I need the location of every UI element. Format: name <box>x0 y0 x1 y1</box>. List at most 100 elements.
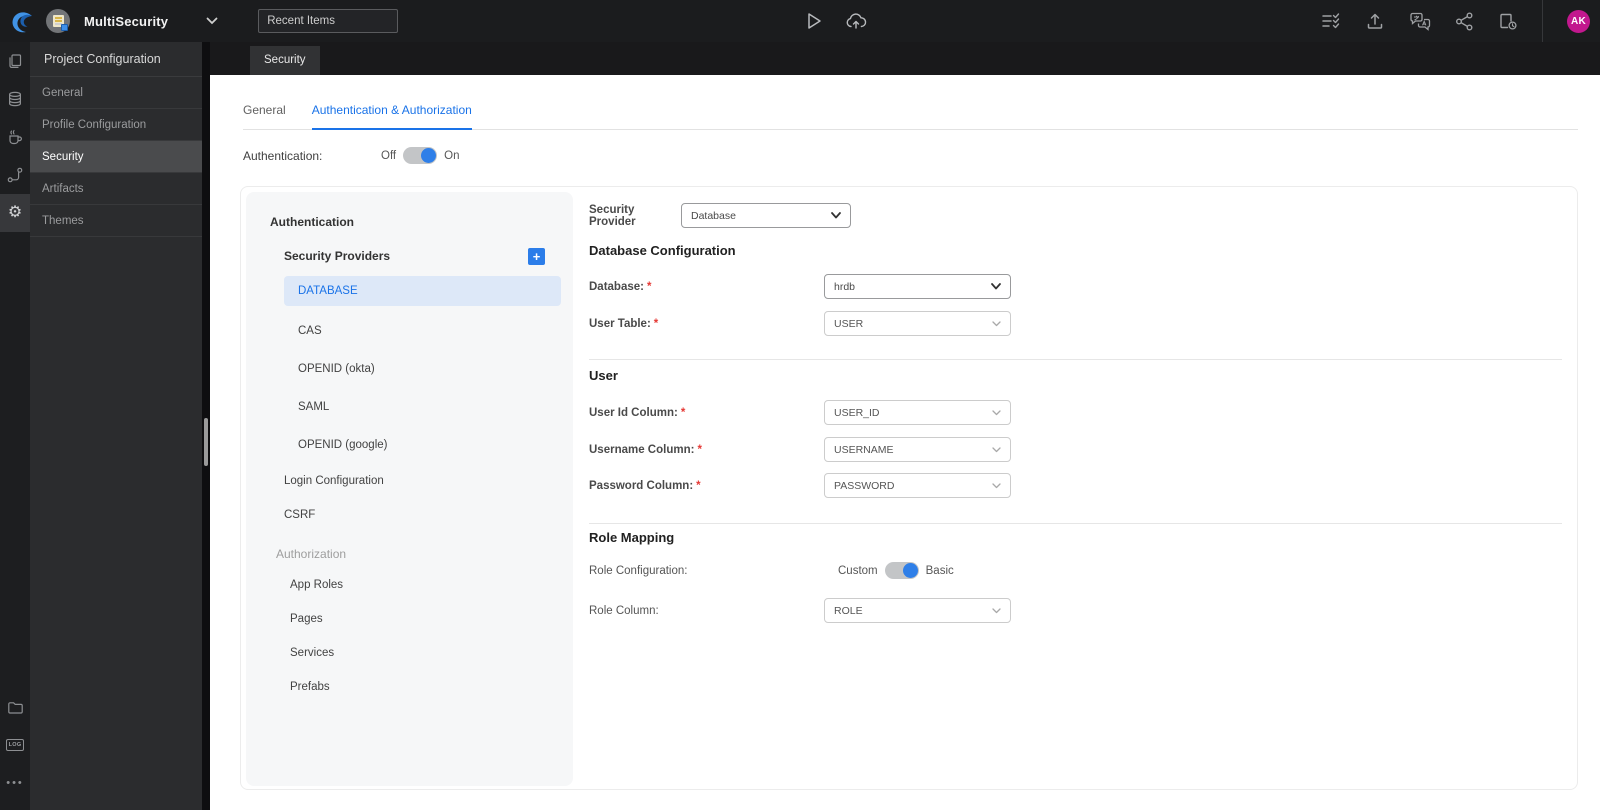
project-configuration-sidebar: Project Configuration General Profile Co… <box>30 42 202 810</box>
export-icon[interactable] <box>1365 12 1385 30</box>
security-provider-select[interactable]: Database <box>681 203 851 228</box>
role-configuration-label: Role Configuration: <box>589 564 688 577</box>
chevron-down-icon <box>992 320 1001 326</box>
authentication-switch[interactable] <box>403 147 438 164</box>
prefabs-item[interactable]: Prefabs <box>246 670 573 704</box>
role-custom-label: Custom <box>838 564 878 577</box>
role-configuration-switch[interactable] <box>884 562 919 579</box>
project-icon[interactable] <box>46 9 70 33</box>
chevron-down-icon <box>831 212 841 219</box>
database-configuration-heading: Database Configuration <box>589 243 736 258</box>
project-chevron-down-icon[interactable] <box>206 17 218 25</box>
settings-gear-icon[interactable]: ⚙ <box>0 194 30 232</box>
authentication-label: Authentication: <box>243 148 323 163</box>
role-basic-label: Basic <box>925 564 954 577</box>
tab-general[interactable]: General <box>243 103 286 129</box>
security-providers-label: Security Providers <box>284 249 391 263</box>
required-asterisk: * <box>697 443 702 456</box>
editor-tab-bar: Security <box>210 42 1600 75</box>
provider-database[interactable]: DATABASE <box>284 276 561 306</box>
login-configuration-item[interactable]: Login Configuration <box>246 464 573 498</box>
services-item[interactable]: Services <box>246 636 573 670</box>
file-history-icon[interactable] <box>1498 12 1518 31</box>
database-icon[interactable] <box>0 80 30 118</box>
toggle-off-label: Off <box>381 149 397 162</box>
password-column-row: Password Column: * PASSWORD <box>589 473 1011 498</box>
sidebar-item-themes[interactable]: Themes <box>30 205 202 237</box>
scrollbar-thumb[interactable] <box>204 418 208 466</box>
provider-openid-google[interactable]: OPENID (google) <box>284 426 561 464</box>
add-provider-button[interactable]: + <box>528 247 545 265</box>
database-row: Database: * hrdb <box>589 274 1011 299</box>
user-table-select[interactable]: USER <box>824 311 1011 336</box>
chevron-down-icon <box>992 446 1001 452</box>
provider-cas[interactable]: CAS <box>284 312 561 350</box>
more-options-icon[interactable]: ••• <box>0 764 30 802</box>
required-asterisk: * <box>646 280 652 293</box>
sidebar-item-artifacts[interactable]: Artifacts <box>30 173 202 205</box>
share-icon[interactable] <box>1455 12 1474 31</box>
chevron-down-icon <box>992 409 1001 415</box>
security-provider-label: Security Provider <box>589 203 636 228</box>
apis-icon[interactable] <box>0 156 30 194</box>
left-icon-rail: ⚙ LOG ••• <box>0 42 30 810</box>
user-id-column-row: User Id Column: * USER_ID <box>589 400 1011 425</box>
required-asterisk: * <box>653 317 659 330</box>
user-heading: User <box>589 368 618 383</box>
sidebar-scroll-strip <box>202 42 210 810</box>
role-column-label: Role Column: <box>589 604 659 617</box>
sidebar-item-general[interactable]: General <box>30 77 202 109</box>
logs-icon[interactable]: LOG <box>0 726 30 764</box>
deploy-cloud-upload-icon[interactable] <box>845 11 867 31</box>
provider-openid-okta[interactable]: OPENID (okta) <box>284 350 561 388</box>
security-tabs: General Authentication & Authorization <box>243 103 1578 130</box>
project-name: MultiSecurity <box>84 13 169 29</box>
authorization-section-label: Authorization <box>276 547 347 561</box>
wavemaker-logo-icon[interactable] <box>8 7 36 35</box>
password-column-select[interactable]: PASSWORD <box>824 473 1011 498</box>
sidebar-title: Project Configuration <box>30 42 202 77</box>
database-select[interactable]: hrdb <box>824 274 1011 299</box>
user-id-column-select[interactable]: USER_ID <box>824 400 1011 425</box>
pages-icon[interactable] <box>0 42 30 80</box>
security-providers-item[interactable]: Security Providers + <box>246 238 573 274</box>
authentication-section-label: Authentication <box>270 215 354 229</box>
chevron-down-icon <box>992 482 1001 488</box>
csrf-item[interactable]: CSRF <box>246 498 573 532</box>
chevron-down-icon <box>991 283 1001 290</box>
chevron-down-icon <box>992 607 1001 613</box>
provider-saml[interactable]: SAML <box>284 388 561 426</box>
sidebar-item-security[interactable]: Security <box>30 141 202 173</box>
username-column-select[interactable]: USERNAME <box>824 437 1011 462</box>
tab-authentication-authorization[interactable]: Authentication & Authorization <box>311 103 472 130</box>
top-bar: MultiSecurity Recent Items AK <box>0 0 1600 42</box>
user-table-row: User Table: * USER <box>589 311 1011 336</box>
user-avatar[interactable]: AK <box>1567 9 1590 33</box>
folder-icon[interactable] <box>0 688 30 726</box>
task-list-icon[interactable] <box>1321 12 1341 30</box>
translate-icon[interactable] <box>1409 12 1431 31</box>
security-config-card: Authentication Security Providers + DATA… <box>240 186 1578 790</box>
database-label: Database: * <box>589 280 652 293</box>
app-roles-item[interactable]: App Roles <box>246 568 573 602</box>
authentication-toggle-row: Authentication: Off On <box>243 147 1600 164</box>
content-area: Security General Authentication & Author… <box>210 42 1600 810</box>
editor-tab-security[interactable]: Security <box>250 46 320 75</box>
role-configuration-row: Role Configuration: Custom Basic <box>589 562 954 579</box>
run-play-icon[interactable] <box>805 11 823 31</box>
recent-items-input[interactable] <box>258 9 399 33</box>
toggle-on-label: On <box>444 149 460 162</box>
provider-config-form: Security Provider Database Database Conf… <box>589 187 1562 789</box>
sidebar-item-profile-configuration[interactable]: Profile Configuration <box>30 109 202 141</box>
user-table-label: User Table: * <box>589 317 659 330</box>
section-divider <box>589 523 1562 524</box>
security-provider-row: Security Provider Database <box>589 203 851 228</box>
auth-nav-panel: Authentication Security Providers + DATA… <box>246 192 573 786</box>
pages-item[interactable]: Pages <box>246 602 573 636</box>
username-column-label: Username Column: * <box>589 443 702 456</box>
role-column-select[interactable]: ROLE <box>824 598 1011 623</box>
java-services-icon[interactable] <box>0 118 30 156</box>
password-column-label: Password Column: * <box>589 479 701 492</box>
role-column-row: Role Column: ROLE <box>589 598 1011 623</box>
topbar-separator <box>1542 0 1543 42</box>
